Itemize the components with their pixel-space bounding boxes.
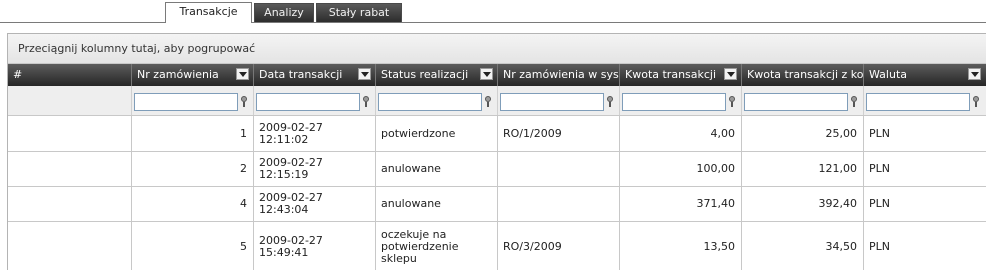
row-number-cell <box>8 222 132 270</box>
row-number-cell <box>8 152 132 186</box>
cell-status-realizacji: potwierdzone <box>376 116 498 151</box>
filter-input-kwota-transakcji[interactable] <box>622 93 726 111</box>
cell-waluta: PLN <box>869 162 890 175</box>
cell-kwota-transakcji: 100,00 <box>620 152 742 186</box>
filter-input-data-transakcji[interactable] <box>256 93 360 111</box>
cell-kwota-transakcji: 371,40 <box>620 187 742 221</box>
filter-cell <box>254 86 376 115</box>
column-header-label: Waluta <box>869 68 907 81</box>
column-header-data-transakcji[interactable]: Data transakcji <box>254 64 376 86</box>
filter-icon[interactable] <box>728 96 736 107</box>
filter-input-nr-zamowienia-w-systemie[interactable] <box>500 93 604 111</box>
cell-nr-zamowienia: 2 <box>132 152 254 186</box>
column-header-status-realizacji[interactable]: Status realizacji <box>376 64 498 86</box>
filter-icon[interactable] <box>850 96 858 107</box>
filter-input-status-realizacji[interactable] <box>378 93 482 111</box>
filter-icon[interactable] <box>240 96 248 107</box>
cell-waluta: PLN <box>869 239 890 253</box>
tab-transakcje[interactable]: Transakcje <box>165 2 252 23</box>
tab-analizy[interactable]: Analizy <box>254 3 314 22</box>
table-row[interactable]: 5 2009-02-27 15:49:41 oczekuje na potwie… <box>8 222 986 270</box>
column-header-nr-zamowienia-w-systemie[interactable]: Nr zamówienia w systemie <box>498 64 620 86</box>
chevron-down-icon[interactable] <box>358 68 371 80</box>
cell-status-realizacji: anulowane <box>376 152 498 186</box>
table-row[interactable]: 2 2009-02-27 12:15:19 anulowane 100,00 1… <box>8 152 986 187</box>
filter-icon[interactable] <box>362 96 370 107</box>
table-row[interactable]: 4 2009-02-27 12:43:04 anulowane 371,40 3… <box>8 187 986 222</box>
filter-icon[interactable] <box>606 96 614 107</box>
tab-staly-rabat[interactable]: Stały rabat <box>316 3 402 22</box>
column-header-label: Kwota transakcji z ko <box>747 68 864 81</box>
cell-status-realizacji: anulowane <box>376 187 498 221</box>
table-row[interactable]: 1 2009-02-27 12:11:02 potwierdzone RO/1/… <box>8 116 986 152</box>
chevron-down-icon[interactable] <box>724 68 737 80</box>
filter-input-kwota-transakcji-z-kosztami[interactable] <box>744 93 848 111</box>
cell-kwota-transakcji-z-kosztami: 121,00 <box>742 152 864 186</box>
cell-kwota-transakcji-z-kosztami: 392,40 <box>742 187 864 221</box>
chevron-down-icon[interactable] <box>236 68 249 80</box>
filter-icon[interactable] <box>972 96 980 107</box>
filter-cell <box>498 86 620 115</box>
cell-kwota-transakcji-z-kosztami: 34,50 <box>742 222 864 270</box>
cell-data-transakcji: 2009-02-27 15:49:41 <box>254 222 376 270</box>
cell-kwota-transakcji: 4,00 <box>620 116 742 151</box>
column-header-label: Data transakcji <box>259 68 343 81</box>
cell-nr-zamowienia-w-systemie: RO/3/2009 <box>498 222 620 270</box>
cell-kwota-transakcji-z-kosztami: 25,00 <box>742 116 864 151</box>
cell-nr-zamowienia: 5 <box>132 222 254 270</box>
cell-nr-zamowienia-w-systemie <box>498 152 620 186</box>
row-number-cell <box>8 187 132 221</box>
transactions-grid: Przeciągnij kolumny tutaj, aby pogrupowa… <box>7 33 986 270</box>
column-header-hash[interactable]: # <box>8 64 132 86</box>
chevron-down-icon[interactable] <box>968 68 981 80</box>
filter-cell <box>376 86 498 115</box>
column-header-row: # Nr zamówienia Data transakcji Status r… <box>8 64 986 86</box>
column-header-label: Nr zamówienia w systemie <box>503 68 619 81</box>
column-header-label: Status realizacji <box>381 68 469 81</box>
cell-data-transakcji: 2009-02-27 12:11:02 <box>254 116 376 151</box>
cell-waluta: PLN <box>869 126 890 140</box>
cell-data-transakcji: 2009-02-27 12:15:19 <box>254 152 376 186</box>
filter-cell-empty <box>8 86 132 115</box>
chevron-down-icon[interactable] <box>480 68 493 80</box>
filter-cell <box>132 86 254 115</box>
cell-status-realizacji: oczekuje na potwierdzenie sklepu <box>376 222 498 270</box>
filter-icon[interactable] <box>484 96 492 107</box>
column-header-label: Kwota transakcji <box>625 68 717 81</box>
column-header-label: # <box>13 68 23 81</box>
column-header-waluta[interactable]: Waluta <box>864 64 986 86</box>
column-header-nr-zamowienia[interactable]: Nr zamówienia <box>132 64 254 86</box>
cell-data-transakcji: 2009-02-27 12:43:04 <box>254 187 376 221</box>
filter-input-nr-zamowienia[interactable] <box>134 93 238 111</box>
row-number-cell <box>8 116 132 151</box>
group-by-drop-area[interactable]: Przeciągnij kolumny tutaj, aby pogrupowa… <box>8 34 986 64</box>
filter-cell <box>620 86 742 115</box>
tab-bar: Transakcje Analizy Stały rabat <box>0 0 986 23</box>
filter-input-waluta[interactable] <box>866 93 970 111</box>
tab-divider-line <box>0 22 986 23</box>
cell-kwota-transakcji: 13,50 <box>620 222 742 270</box>
column-header-kwota-transakcji-z-kosztami[interactable]: Kwota transakcji z ko <box>742 64 864 86</box>
filter-row <box>8 86 986 116</box>
filter-cell <box>742 86 864 115</box>
cell-nr-zamowienia: 1 <box>132 116 254 151</box>
filter-cell <box>864 86 986 115</box>
column-header-label: Nr zamówienia <box>137 68 219 81</box>
cell-waluta: PLN <box>869 197 890 210</box>
cell-nr-zamowienia-w-systemie <box>498 187 620 221</box>
column-header-kwota-transakcji[interactable]: Kwota transakcji <box>620 64 742 86</box>
cell-nr-zamowienia: 4 <box>132 187 254 221</box>
cell-nr-zamowienia-w-systemie: RO/1/2009 <box>498 116 620 151</box>
